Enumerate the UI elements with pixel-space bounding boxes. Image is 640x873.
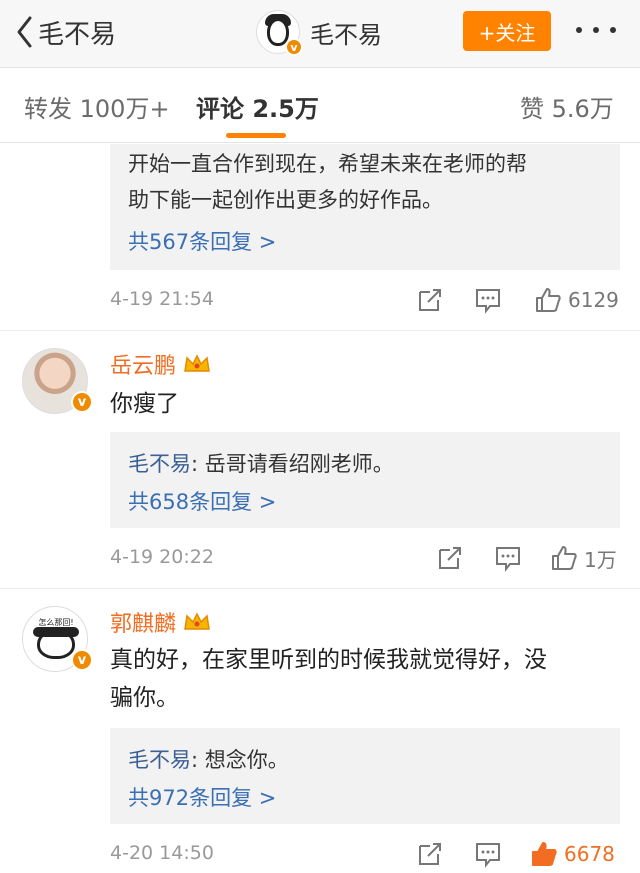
tab-comments-label: 评论 <box>196 95 244 123</box>
tab-likes[interactable]: 赞 5.6万 <box>520 89 614 124</box>
comment-time: 4-20 14:50 <box>110 842 214 864</box>
verified-badge-icon: v <box>71 391 93 413</box>
like-count: 6129 <box>568 288 619 312</box>
more-replies-link[interactable]: 共658条回复 > <box>128 486 276 516</box>
tab-comments[interactable]: 评论 2.5万 <box>196 89 319 124</box>
comment-text: 真的好，在家里听到的时候我就觉得好，没 <box>110 647 547 673</box>
like-button[interactable]: 1万 <box>550 542 617 574</box>
avatar: v <box>256 10 303 56</box>
verified-badge-icon: v <box>71 649 93 671</box>
more-dots-icon[interactable] <box>576 24 616 36</box>
like-button[interactable]: 6678 <box>530 838 615 870</box>
page-title: 毛不易 <box>310 20 382 49</box>
tab-likes-label: 赞 <box>520 95 544 123</box>
reply-author[interactable]: 毛不易 <box>128 748 191 772</box>
comment-icon <box>496 547 520 572</box>
active-tab-indicator <box>226 133 286 138</box>
commenter-name[interactable]: 岳云鹏 <box>110 348 212 380</box>
commenter-name[interactable]: 郭麒麟 <box>110 606 212 638</box>
comment-text: 骗你。 <box>110 685 179 711</box>
follow-button[interactable]: +关注 <box>463 11 551 51</box>
thumbs-up-icon <box>552 546 577 570</box>
comment-meta: 4-19 21:54 6129 <box>110 282 620 318</box>
comment-button[interactable] <box>474 284 502 316</box>
like-count: 6678 <box>564 842 615 866</box>
avatar[interactable]: 怎么那回! v <box>22 606 93 672</box>
comment-button[interactable] <box>494 542 522 574</box>
share-button[interactable] <box>416 838 444 870</box>
avatar[interactable]: v <box>22 348 93 414</box>
tab-repost-count: 100万+ <box>79 95 170 123</box>
tab-comments-count: 2.5万 <box>252 95 319 123</box>
reply-text: 助下能一起创作出更多的好作品。 <box>128 188 443 212</box>
reply-box[interactable]: 毛不易: 想念你。 共972条回复 > <box>110 728 620 824</box>
comment-button[interactable] <box>474 838 502 870</box>
reply-text: 开始一直合作到现在，希望未来在老师的帮 <box>128 152 527 176</box>
tab-likes-count: 5.6万 <box>551 95 614 123</box>
chevron-left-icon <box>17 16 32 48</box>
divider <box>0 588 640 589</box>
reply-author[interactable]: 毛不易 <box>128 452 191 476</box>
share-button[interactable] <box>416 284 444 316</box>
back-button[interactable]: 毛不易 <box>14 14 116 50</box>
comment-meta: 4-20 14:50 6678 <box>110 836 620 872</box>
share-icon <box>439 547 461 569</box>
reply-box[interactable]: 开始一直合作到现在，希望未来在老师的帮 助下能一起创作出更多的好作品。 共567… <box>110 144 620 270</box>
reply-box[interactable]: 毛不易: 岳哥请看绍刚老师。 共658条回复 > <box>110 432 620 528</box>
more-replies-link[interactable]: 共972条回复 > <box>128 782 276 812</box>
commenter-name-text: 郭麒麟 <box>110 612 177 637</box>
comment-text: 你瘦了 <box>110 391 179 417</box>
reply-text: : 岳哥请看绍刚老师。 <box>191 452 394 476</box>
tab-bar: 转发 100万+ 评论 2.5万 赞 5.6万 <box>0 69 640 143</box>
verified-badge-icon: v <box>285 38 303 56</box>
like-count: 1万 <box>584 547 617 572</box>
comment-time: 4-19 20:22 <box>110 546 214 568</box>
comment-feed[interactable]: 开始一直合作到现在，希望未来在老师的帮 助下能一起创作出更多的好作品。 共567… <box>0 144 640 873</box>
crown-icon <box>184 354 210 372</box>
top-bar: 毛不易 v 毛不易 +关注 <box>0 0 640 68</box>
profile-title[interactable]: v 毛不易 <box>256 10 382 56</box>
more-replies-link[interactable]: 共567条回复 > <box>128 226 276 256</box>
thumbs-up-icon <box>532 842 557 866</box>
tab-repost-label: 转发 <box>24 95 72 123</box>
like-button[interactable]: 6129 <box>534 284 619 316</box>
divider <box>0 330 640 331</box>
crown-icon <box>184 612 210 630</box>
comment-icon <box>476 289 500 314</box>
comment-time: 4-19 21:54 <box>110 288 214 310</box>
share-button[interactable] <box>436 542 464 574</box>
commenter-name-text: 岳云鹏 <box>110 354 177 379</box>
reply-line: 毛不易: 岳哥请看绍刚老师。 <box>128 448 394 478</box>
tab-repost[interactable]: 转发 100万+ <box>24 89 170 124</box>
back-label: 毛不易 <box>38 19 117 50</box>
comment-meta: 4-19 20:22 1万 <box>110 540 620 576</box>
comment-icon <box>476 843 500 868</box>
share-icon <box>419 289 441 311</box>
reply-text: : 想念你。 <box>191 748 289 772</box>
thumbs-up-icon <box>536 288 561 312</box>
reply-line: 毛不易: 想念你。 <box>128 744 289 774</box>
share-icon <box>419 843 441 865</box>
